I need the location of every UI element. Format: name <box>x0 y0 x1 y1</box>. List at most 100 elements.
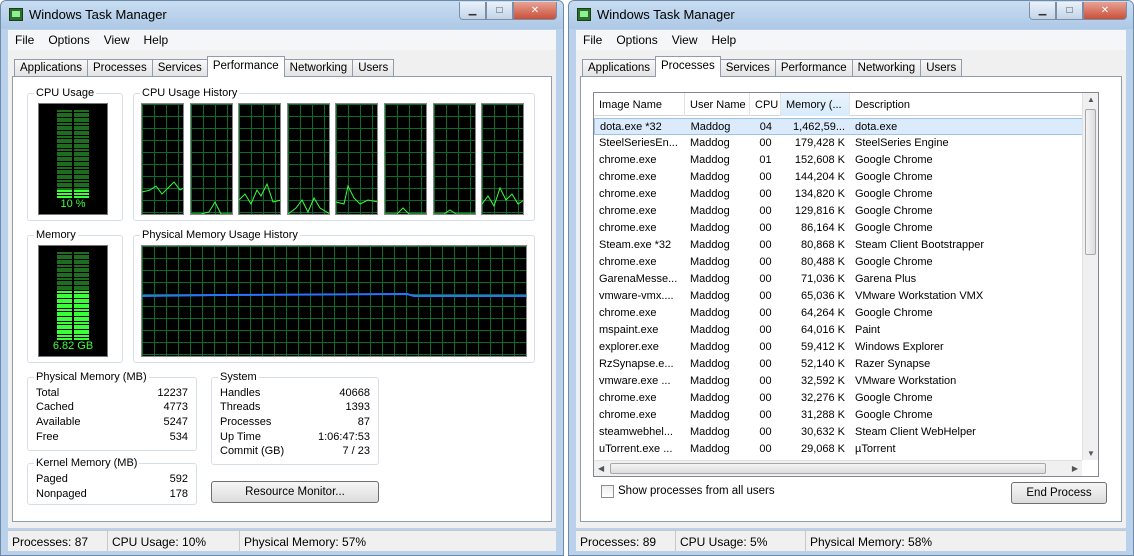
process-image-name: SteelSeriesEn... <box>599 137 678 149</box>
process-row[interactable]: explorer.exe Maddog 00 59,412 K Windows Expl… <box>594 339 1084 356</box>
menu-help[interactable]: Help <box>137 33 176 47</box>
process-memory: 64,016 K <box>800 324 845 336</box>
status-physical-memory: Physical Memory: 57% <box>244 535 367 549</box>
menu-options[interactable]: Options <box>41 33 96 47</box>
column-user-name[interactable]: User Name <box>685 93 750 116</box>
minimize-button[interactable]: ▁ <box>459 2 486 20</box>
menu-view[interactable]: View <box>97 33 137 47</box>
process-row[interactable]: chrome.exe Maddog 00 144,204 K Google Chrome <box>594 169 1084 186</box>
process-row[interactable]: chrome.exe Maddog 00 134,820 K Google Chrome <box>594 186 1084 203</box>
column-cpu[interactable]: CPU <box>750 93 781 116</box>
process-memory: 59,412 K <box>800 341 845 353</box>
process-image-name: chrome.exe <box>599 154 657 166</box>
column-memory[interactable]: Memory (... <box>781 93 850 116</box>
stat-value: 592 <box>169 473 188 485</box>
close-button[interactable]: ✕ <box>513 2 557 20</box>
minimize-button[interactable]: ▁ <box>1029 2 1056 20</box>
process-row[interactable]: vmware.exe ... Maddog 00 32,592 K VMware Wor… <box>594 373 1084 390</box>
scroll-right-icon[interactable]: ▶ <box>1072 464 1078 473</box>
tab-performance[interactable]: Performance <box>774 59 853 77</box>
column-description[interactable]: Description <box>850 93 1084 116</box>
process-row[interactable]: SteelSeriesEn... Maddog 00 179,428 K SteelSe… <box>594 135 1084 152</box>
vertical-scroll-thumb[interactable] <box>1085 109 1096 255</box>
cpu-core-line <box>385 207 426 214</box>
process-row[interactable]: chrome.exe Maddog 00 64,264 K Google Chrome <box>594 305 1084 322</box>
cpu-usage-meter: 10 % <box>38 103 108 215</box>
menu-help[interactable]: Help <box>705 33 744 47</box>
process-image-name: RzSynapse.e... <box>599 358 674 370</box>
process-user-name: Maddog <box>690 358 730 370</box>
process-row[interactable]: chrome.exe Maddog 00 129,816 K Google Chrome <box>594 203 1084 220</box>
stat-row: Handles 40668 <box>220 387 370 401</box>
process-row[interactable]: vmware-vmx.... Maddog 00 65,036 K VMware Wor… <box>594 288 1084 305</box>
maximize-button[interactable]: □ <box>1056 2 1083 20</box>
process-row[interactable]: dota.exe *32 Maddog 04 1,462,59... dota.exe <box>594 118 1084 135</box>
tab-users[interactable]: Users <box>352 59 395 77</box>
process-user-name: Maddog <box>690 188 730 200</box>
tab-services[interactable]: Services <box>719 59 776 77</box>
show-all-processes-checkbox[interactable] <box>601 485 614 498</box>
title-bar[interactable]: Windows Task Manager ▁ □ ✕ <box>1 1 563 29</box>
tab-users[interactable]: Users <box>920 59 963 77</box>
tab-services[interactable]: Services <box>151 59 208 77</box>
process-memory: 134,820 K <box>794 188 845 200</box>
process-image-name: GarenaMesse... <box>599 273 678 285</box>
process-cpu: 00 <box>759 188 772 200</box>
process-cpu: 00 <box>759 256 772 268</box>
process-row[interactable]: chrome.exe Maddog 00 80,488 K Google Chrome <box>594 254 1084 271</box>
resource-monitor-button[interactable]: Resource Monitor... <box>211 481 379 503</box>
maximize-button[interactable]: □ <box>486 2 513 20</box>
horizontal-scrollbar[interactable]: ◀ ▶ <box>594 460 1082 476</box>
process-image-name: Steam.exe *32 <box>599 239 672 251</box>
horizontal-scroll-thumb[interactable] <box>610 463 1046 474</box>
process-image-name: chrome.exe <box>599 222 657 234</box>
process-description: Steam Client Bootstrapper <box>855 239 985 251</box>
process-row[interactable]: chrome.exe Maddog 00 86,164 K Google Chrome <box>594 220 1084 237</box>
process-description: VMware Workstation VMX <box>855 290 984 302</box>
process-row[interactable]: uTorrent.exe ... Maddog 00 29,068 K µTorrent <box>594 441 1084 458</box>
process-cpu: 00 <box>759 307 772 319</box>
process-row[interactable]: steamwebhel... Maddog 00 30,632 K Steam Clie… <box>594 424 1084 441</box>
process-memory: 29,068 K <box>800 443 845 455</box>
tab-processes[interactable]: Processes <box>87 59 153 77</box>
process-image-name: vmware.exe ... <box>599 375 671 387</box>
vertical-scrollbar[interactable]: ▲ ▼ <box>1082 93 1098 460</box>
process-row[interactable]: GarenaMesse... Maddog 00 71,036 K Garena Plu… <box>594 271 1084 288</box>
process-row[interactable]: chrome.exe Maddog 01 152,608 K Google Chrome <box>594 152 1084 169</box>
process-list[interactable]: Image Name User Name CPU Memory (... Des… <box>593 92 1099 477</box>
process-cpu: 00 <box>759 375 772 387</box>
scroll-left-icon[interactable]: ◀ <box>598 464 604 473</box>
tab-performance[interactable]: Performance <box>206 56 285 77</box>
process-user-name: Maddog <box>690 443 730 455</box>
show-all-processes-label[interactable]: Show processes from all users <box>618 485 775 497</box>
process-description: SteelSeries Engine <box>855 137 949 149</box>
title-bar[interactable]: Windows Task Manager ▁ □ ✕ <box>569 1 1133 29</box>
process-row[interactable]: mspaint.exe Maddog 00 64,016 K Paint <box>594 322 1084 339</box>
process-description: VMware Workstation <box>855 375 957 387</box>
memory-label: Memory <box>34 229 78 241</box>
menu-view[interactable]: View <box>665 33 705 47</box>
tab-applications[interactable]: Applications <box>14 59 89 77</box>
menu-file[interactable]: File <box>576 33 609 47</box>
tab-applications[interactable]: Applications <box>582 59 657 77</box>
status-bar: Processes: 89 CPU Usage: 5% Physical Mem… <box>576 530 1126 551</box>
column-image-name[interactable]: Image Name <box>594 93 685 116</box>
cpu-core-graph <box>141 103 184 215</box>
process-row[interactable]: chrome.exe Maddog 00 32,276 K Google Chrome <box>594 390 1084 407</box>
scroll-down-icon[interactable]: ▼ <box>1087 449 1095 458</box>
process-row[interactable]: Steam.exe *32 Maddog 00 80,868 K Steam Clien… <box>594 237 1084 254</box>
menu-file[interactable]: File <box>8 33 41 47</box>
process-user-name: Maddog <box>690 375 730 387</box>
menu-options[interactable]: Options <box>609 33 664 47</box>
scroll-up-icon[interactable]: ▲ <box>1087 95 1095 104</box>
tab-processes[interactable]: Processes <box>655 56 721 77</box>
tab-networking[interactable]: Networking <box>283 59 354 77</box>
process-row[interactable]: chrome.exe Maddog 00 31,288 K Google Chrome <box>594 407 1084 424</box>
stat-value: 5247 <box>163 416 188 428</box>
close-button[interactable]: ✕ <box>1083 2 1127 20</box>
tab-networking[interactable]: Networking <box>851 59 922 77</box>
memory-history-label: Physical Memory Usage History <box>140 229 300 241</box>
process-row[interactable]: RzSynapse.e... Maddog 00 52,140 K Razer Syna… <box>594 356 1084 373</box>
cpu-core-line <box>142 181 183 195</box>
end-process-button[interactable]: End Process <box>1011 482 1107 504</box>
